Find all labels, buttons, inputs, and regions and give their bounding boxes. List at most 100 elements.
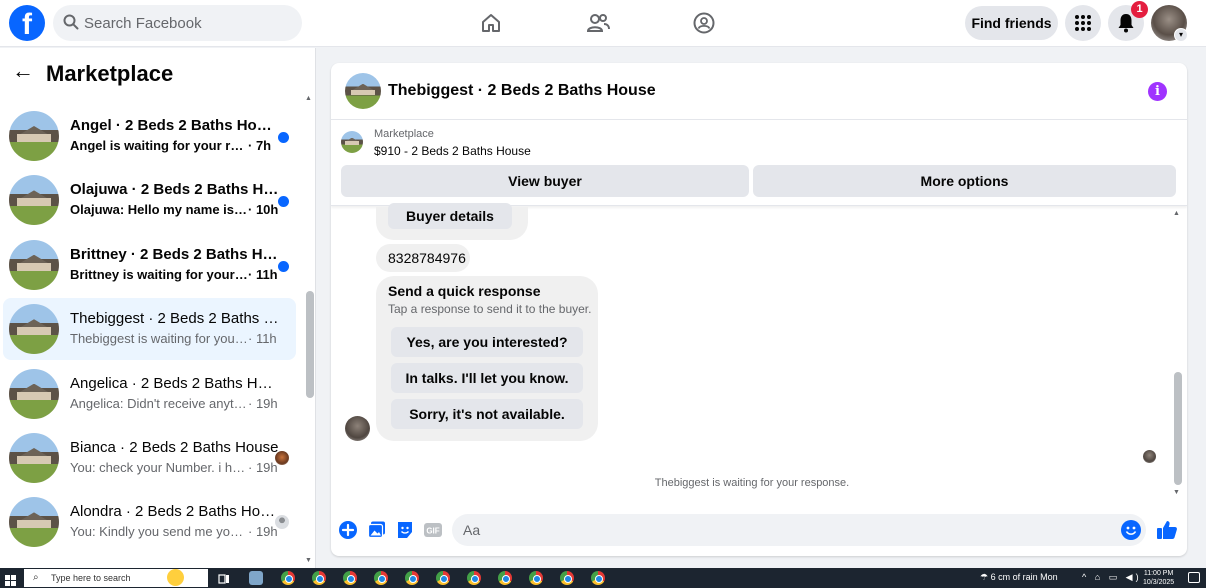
conversation-preview: Brittney is waiting for your res... <box>70 266 248 282</box>
conversation-item[interactable]: Angelica · 2 Beds 2 Baths House Angelica:… <box>3 363 296 425</box>
message-input[interactable] <box>452 514 1146 546</box>
chrome-icon[interactable] <box>374 571 388 585</box>
conversation-item[interactable]: Brittney · 2 Beds 2 Baths House Brittney … <box>3 234 296 296</box>
chat-title[interactable]: Thebiggest · 2 Beds 2 Baths House <box>388 82 656 100</box>
chrome-icon[interactable] <box>498 571 512 585</box>
plus-circle-icon[interactable] <box>338 520 358 540</box>
conversation-time: · 19h <box>248 524 278 540</box>
conversation-thumbnail <box>9 175 59 226</box>
photo-icon[interactable] <box>367 520 387 540</box>
listing-price-title[interactable]: $910 - 2 Beds 2 Baths House <box>374 144 531 158</box>
buyer-details-bubble: Buyer details <box>376 203 528 240</box>
task-view-icon[interactable] <box>218 572 230 584</box>
listing-thumbnail <box>341 131 363 153</box>
unread-dot <box>278 196 289 208</box>
windows-start-icon[interactable] <box>5 573 16 586</box>
avatar-chevron-icon[interactable]: ▾ <box>1174 28 1188 42</box>
chrome-icon[interactable] <box>436 571 450 585</box>
conversation-item[interactable]: Bianca · 2 Beds 2 Baths House You: check … <box>3 427 296 489</box>
conversation-thumbnail <box>9 368 59 419</box>
conversation-thumbnail <box>9 433 59 483</box>
scroll-down-arrow-icon[interactable]: ▼ <box>305 557 312 564</box>
sender-avatar[interactable] <box>345 416 370 441</box>
system-tray-icons[interactable]: ^ ⌂ ▭ ◀) <box>1082 572 1142 583</box>
search-box[interactable] <box>53 5 302 41</box>
menu-grid-icon[interactable] <box>1065 5 1101 41</box>
message-composer: GIF <box>331 510 1187 554</box>
conversation-preview: Angelica: Didn't receive anything <box>70 395 248 411</box>
friends-icon[interactable] <box>585 10 611 36</box>
quick-response-subtitle: Tap a response to send it to the buyer. <box>388 302 592 316</box>
windows-taskbar: ⌕ Type here to search ☂ 6 cm of rain Mon… <box>0 568 1206 588</box>
info-icon[interactable]: i <box>1148 82 1167 101</box>
conversation-thumbnail <box>9 239 59 290</box>
chat-scroll-up-arrow-icon[interactable]: ▲ <box>1173 210 1180 217</box>
clock-date: 10/3/2025 <box>1143 579 1175 586</box>
seen-by-avatar <box>275 451 289 465</box>
search-input[interactable] <box>84 5 284 41</box>
conversation-preview: Olajuwa: Hello my name is Olaj... <box>70 202 248 218</box>
buyer-details-button[interactable]: Buyer details <box>388 203 512 229</box>
conversation-time: · 19h <box>248 460 278 475</box>
chrome-icon[interactable] <box>281 571 295 585</box>
notification-badge: 1 <box>1131 1 1148 18</box>
conversation-time: · 19h <box>248 395 278 411</box>
conversation-thumbnail <box>9 111 59 161</box>
gif-icon[interactable]: GIF <box>423 520 443 540</box>
chat-scroll-down-arrow-icon[interactable]: ▼ <box>1173 489 1180 496</box>
listing-avatar[interactable] <box>345 73 381 109</box>
weather-text: 6 cm of rain Mon <box>990 572 1058 582</box>
view-buyer-button[interactable]: View buyer <box>341 165 749 197</box>
chrome-icon[interactable] <box>529 571 543 585</box>
facebook-logo[interactable]: f <box>9 5 45 41</box>
back-arrow-icon[interactable]: ← <box>12 60 34 82</box>
groups-icon[interactable] <box>691 10 717 36</box>
emoji-icon[interactable] <box>1121 520 1141 540</box>
like-icon[interactable] <box>1156 519 1178 541</box>
home-icon[interactable] <box>478 10 504 36</box>
chrome-icon[interactable] <box>312 571 326 585</box>
marketplace-inbox-panel: ← Marketplace Angel · 2 Beds 2 Baths Hou… <box>0 48 316 568</box>
conversation-title: Olajuwa · 2 Beds 2 Baths House <box>70 181 280 199</box>
conversation-item[interactable]: Alondra · 2 Beds 2 Baths House You: Kindl… <box>3 491 296 553</box>
conversation-title: Angelica · 2 Beds 2 Baths House <box>70 374 280 392</box>
notification-center-icon[interactable] <box>1188 572 1200 583</box>
conversation-snippet: Angel is waiting for your respon...· 7h <box>70 138 280 153</box>
chat-scrollbar[interactable] <box>1174 372 1182 485</box>
quick-response-card: Send a quick response Tap a response to … <box>376 276 598 441</box>
conversation-item[interactable]: Angel · 2 Beds 2 Baths House Angel is wai… <box>3 105 296 167</box>
search-icon <box>63 14 79 35</box>
conversation-item[interactable]: Thebiggest · 2 Beds 2 Baths Hou... Thebig… <box>3 298 296 361</box>
conversation-title: Bianca · 2 Beds 2 Baths House <box>70 439 279 456</box>
weather-sun-icon[interactable] <box>167 569 184 586</box>
find-friends-button[interactable]: Find friends <box>965 6 1058 40</box>
more-options-button[interactable]: More options <box>753 165 1176 197</box>
taskbar-app-icon[interactable] <box>249 571 263 585</box>
conversation-preview: Thebiggest is waiting for your res... <box>70 331 248 347</box>
conversation-snippet: Brittney is waiting for your res...· 11h <box>70 267 280 282</box>
taskbar-clock[interactable]: 11:00 PM 10/3/2025 <box>1143 569 1174 587</box>
conversation-time: · 11h <box>248 266 278 282</box>
quick-response-yes-button[interactable]: Yes, are you interested? <box>391 327 583 357</box>
conversation-preview: You: Kindly you send me your n... <box>70 524 248 540</box>
top-navigation-bar: f Find friends 1 ▾ <box>0 0 1206 47</box>
sticker-icon[interactable] <box>395 520 415 540</box>
taskbar-weather[interactable]: ☂ 6 cm of rain Mon <box>980 572 1058 583</box>
conversation-time: · 10h <box>248 202 279 218</box>
quick-response-not-available-button[interactable]: Sorry, it's not available. <box>391 399 583 429</box>
chrome-icon[interactable] <box>405 571 419 585</box>
chrome-icon[interactable] <box>591 571 605 585</box>
conversation-snippet: You: check your Number. i hav... · 19h <box>70 460 280 475</box>
chrome-icon[interactable] <box>467 571 481 585</box>
scroll-up-arrow-icon[interactable]: ▲ <box>305 95 312 102</box>
seen-receipt-avatar <box>1143 450 1156 463</box>
chrome-icon[interactable] <box>343 571 357 585</box>
sidebar-scrollbar[interactable] <box>306 291 314 398</box>
taskbar-search-placeholder: Type here to search <box>51 573 131 583</box>
unread-dot <box>278 260 289 272</box>
phone-number-message: 8328784976 <box>376 244 470 272</box>
chrome-icon[interactable] <box>560 571 574 585</box>
conversation-snippet: Olajuwa: Hello my name is Olaj...· 10h <box>70 202 280 217</box>
conversation-item[interactable]: Olajuwa · 2 Beds 2 Baths House Olajuwa: H… <box>3 169 296 231</box>
quick-response-in-talks-button[interactable]: In talks. I'll let you know. <box>391 363 583 393</box>
